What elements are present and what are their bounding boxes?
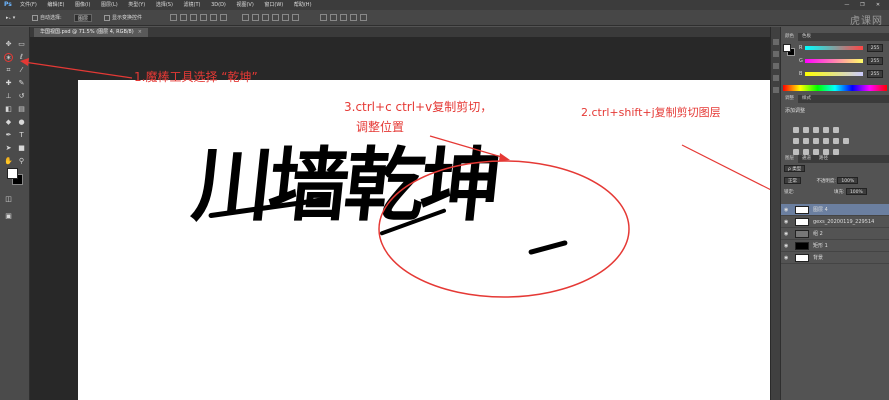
color-slider-r[interactable]: R 255 <box>799 44 889 54</box>
history-panel-icon[interactable] <box>773 39 779 45</box>
opacity-value[interactable]: 100% <box>837 177 859 184</box>
tab-paths[interactable]: 路径 <box>815 155 832 163</box>
layer-thumbnail <box>795 242 809 250</box>
panel-foreground-swatch[interactable] <box>783 44 791 52</box>
info-panel-icon[interactable] <box>773 87 779 93</box>
tab-swatches[interactable]: 色板 <box>798 33 815 41</box>
opacity-label: 不透明度: <box>816 179 836 184</box>
properties-panel-icon[interactable] <box>773 51 779 57</box>
layer-name: 图层 4 <box>813 207 828 213</box>
fill-label: 填充: <box>833 190 845 195</box>
arrow-head <box>20 58 29 66</box>
paragraph-panel-icon[interactable] <box>773 75 779 81</box>
layer-row[interactable]: ◉ 矩形 1 <box>781 240 889 252</box>
slider-label-g: G <box>799 58 803 64</box>
arrow-to-artwork <box>429 135 506 159</box>
lock-fill-row: 锁定: 填充: 100% <box>784 188 888 197</box>
collapsed-panel-strip <box>770 27 780 400</box>
adjust-panel-title: 添加调整 <box>785 108 806 114</box>
annotation-step3-line1: 3.ctrl+c ctrl+v复制剪切， <box>344 100 493 114</box>
tab-color[interactable]: 颜色 <box>781 33 798 41</box>
slider-bar-g[interactable] <box>805 59 863 63</box>
layer-name: 组 2 <box>813 231 823 237</box>
slider-bar-r[interactable] <box>805 46 863 50</box>
annotation-step2: 2.ctrl+shift+j复制剪切图层 <box>581 106 721 119</box>
tab-channels[interactable]: 通道 <box>798 155 815 163</box>
layer-row[interactable]: ◉ 组 2 <box>781 228 889 240</box>
layer-name: gexs_20200119_229514 <box>813 219 875 225</box>
tab-styles[interactable]: 样式 <box>798 95 815 103</box>
adjustment-icons-row3 <box>793 140 883 155</box>
layer-thumbnail <box>795 206 809 214</box>
visibility-eye-icon[interactable]: ◉ <box>784 255 790 261</box>
slider-label-r: R <box>799 45 803 51</box>
lock-label: 锁定: <box>784 190 795 195</box>
arrow-to-magic-wand <box>23 61 133 79</box>
color-panel-tabs: 颜色 色板 <box>781 33 889 41</box>
visibility-eye-icon[interactable]: ◉ <box>784 207 790 213</box>
color-slider-g[interactable]: G 255 <box>799 57 889 67</box>
slider-value-b[interactable]: 255 <box>867 70 883 78</box>
layers-panel-tabs: 图层 通道 路径 <box>781 155 889 163</box>
fill-value[interactable]: 100% <box>845 188 867 195</box>
layer-name: 背景 <box>813 255 824 261</box>
selection-ellipse <box>378 160 630 298</box>
visibility-eye-icon[interactable]: ◉ <box>784 219 790 225</box>
layer-thumbnail <box>795 254 809 262</box>
layer-filter-row: ρ 类型 <box>784 165 888 174</box>
visibility-eye-icon[interactable]: ◉ <box>784 231 790 237</box>
adjustment-icons-row1 <box>793 118 883 133</box>
slider-value-g[interactable]: 255 <box>867 57 883 65</box>
adjust-panel-tabs: 调整 样式 <box>781 95 889 103</box>
layer-row[interactable]: ◉ 图层 4 <box>781 204 889 216</box>
adjustment-icons-row2 <box>793 129 883 144</box>
group-folder-icon <box>795 230 809 238</box>
layer-kind-filter[interactable]: ρ 类型 <box>784 165 806 172</box>
color-spectrum-bar[interactable] <box>783 85 887 91</box>
visibility-eye-icon[interactable]: ◉ <box>784 243 790 249</box>
slider-value-r[interactable]: 255 <box>867 44 883 52</box>
layer-thumbnail <box>795 218 809 226</box>
character-panel-icon[interactable] <box>773 63 779 69</box>
color-slider-b[interactable]: B 255 <box>799 70 889 80</box>
photoshop-window: Ps 文件(F) 编辑(E) 图像(I) 图层(L) 类型(Y) 选择(S) 滤… <box>0 0 889 400</box>
blend-mode-select[interactable]: 正常 <box>784 177 801 184</box>
layer-row[interactable]: ◉ 背景 <box>781 252 889 264</box>
arrow-head <box>499 153 510 161</box>
annotation-overlay <box>20 58 846 298</box>
tab-layers[interactable]: 图层 <box>781 155 798 163</box>
annotation-step3-line2: 调整位置 <box>356 120 405 134</box>
blend-opacity-row: 正常 不透明度: 100% <box>784 177 888 186</box>
right-panels: 颜色 色板 R 255 G 255 B 255 调整 样式 添加调整 图层 通道 路径 <box>780 27 889 400</box>
slider-label-b: B <box>799 71 803 77</box>
layer-row[interactable]: ◉ gexs_20200119_229514 <box>781 216 889 228</box>
layer-name: 矩形 1 <box>813 243 828 249</box>
slider-bar-b[interactable] <box>805 72 863 76</box>
tab-adjustments[interactable]: 调整 <box>781 95 798 103</box>
annotation-step1: 1.魔棒工具选择 “乾坤” <box>134 70 258 84</box>
